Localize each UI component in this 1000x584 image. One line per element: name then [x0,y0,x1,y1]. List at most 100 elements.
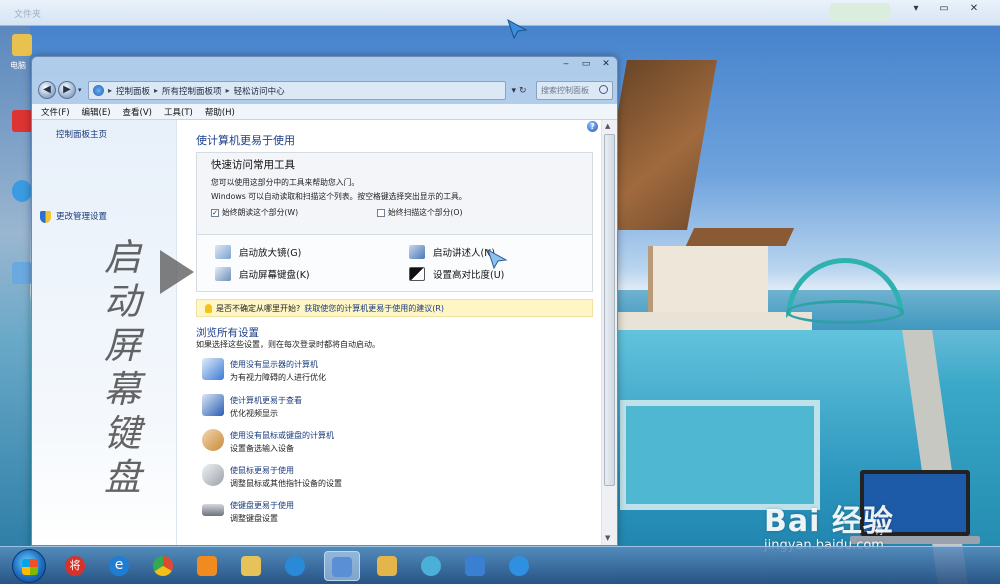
taskbar-control-panel[interactable] [324,551,360,581]
desktop-folder-icon[interactable] [12,34,32,56]
high-contrast-icon [409,267,425,281]
mouse-pointer-icon [507,18,528,40]
category-no-display[interactable]: 使用没有显示器的计算机 为有视力障碍的人进行优化 [202,358,326,383]
on-screen-keyboard-icon [215,267,231,281]
category-link[interactable]: 使用没有鼠标或键盘的计算机 [230,430,334,441]
user-input-icon [202,429,224,451]
taskbar-chrome[interactable] [148,551,178,581]
taskbar-ie[interactable]: e [104,551,134,581]
category-no-mouse-keyboard[interactable]: 使用没有鼠标或键盘的计算机 设置备选输入设备 [202,429,334,454]
category-link[interactable]: 使用没有显示器的计算机 [230,359,326,370]
outer-restore-button[interactable]: ▭ [936,2,952,16]
category-mouse[interactable]: 使鼠标更易于使用 调整鼠标或其他指针设备的设置 [202,464,342,489]
start-magnifier-link[interactable]: 启动放大镜(G) [215,245,301,259]
forward-button[interactable]: ▶ [58,81,76,99]
vertical-scrollbar[interactable]: ▲ ▼ [601,120,617,545]
taskbar-app-jiang[interactable]: 将 [60,551,90,581]
start-on-screen-keyboard-link[interactable]: 启动屏幕键盘(K) [215,267,310,281]
mouse-icon [202,464,224,486]
search-input[interactable]: 搜索控制面板 [536,81,613,100]
quick-access-description: 您可以使用这部分中的工具来帮助您入门。 [211,178,360,187]
lightbulb-icon [205,303,212,313]
tip-bar: 是否不确定从哪里开始? 获取使您的计算机更易于使用的建议(R) [196,299,593,317]
category-easier-to-see[interactable]: 使计算机更易于查看 优化视频显示 [202,394,302,419]
start-magnifier-label: 启动放大镜(G) [239,248,302,259]
breadcrumb-item-control-panel[interactable]: 控制面板 [116,85,150,97]
wallpaper-deck [612,312,812,332]
scrollbar-thumb[interactable] [604,134,615,486]
help-icon[interactable]: ? [587,121,598,132]
outer-close-button[interactable]: ✕ [966,2,982,16]
narrator-icon [409,245,425,259]
start-button[interactable] [12,549,46,583]
browse-settings-title: 浏览所有设置 [196,327,259,339]
wallpaper-arch-reflection [786,300,904,324]
monitor-icon [202,358,224,380]
app-blue-icon [285,556,305,576]
get-recommendations-link[interactable]: 获取使您的计算机更易于使用的建议(R) [304,303,444,314]
category-keyboard[interactable]: 使键盘更易于使用 调整键盘设置 [202,499,294,524]
category-link[interactable]: 使计算机更易于查看 [230,395,302,406]
close-button[interactable]: ✕ [599,58,613,70]
taskbar-app-blue[interactable] [280,551,310,581]
desktop-chrome-icon[interactable] [12,180,32,202]
breadcrumb-separator: ▸ [108,86,113,95]
window-controls: ‒ ▭ ✕ [559,58,613,72]
back-button[interactable]: ◀ [38,81,56,99]
taskbar-explorer[interactable] [372,551,402,581]
menu-help[interactable]: 帮助(H) [205,106,235,118]
control-panel-home-link[interactable]: 控制面板主页 [56,128,107,140]
app-net-icon [465,556,485,576]
start-narrator-link[interactable]: 启动讲述人(N) [409,245,495,259]
checkbox-checked[interactable]: ✓ [211,208,219,217]
quick-access-header: 快速访问常用工具 您可以使用这部分中的工具来帮助您入门。 Windows 可以自… [197,153,592,235]
navigation-bar: ◀ ▶ ▾ ▸ 控制面板 ▸ 所有控制面板项 ▸ 轻松访问中心 ▾ ↻ 搜索控制… [32,77,617,103]
menu-bar: 文件(F) 编辑(E) 查看(V) 工具(T) 帮助(H) [32,104,617,120]
menu-tools[interactable]: 工具(T) [164,106,193,118]
always-read-checkbox[interactable]: ✓ 始终朗读这个部分(W) [211,207,298,218]
taskbar-app-pin[interactable] [416,551,446,581]
mouse-pointer-icon [487,248,508,270]
scroll-down-arrow[interactable]: ▼ [605,534,610,542]
scroll-up-arrow[interactable]: ▲ [605,122,610,130]
address-bar[interactable]: ▸ 控制面板 ▸ 所有控制面板项 ▸ 轻松访问中心 [88,81,506,100]
menu-view[interactable]: 查看(V) [123,106,152,118]
wallpaper-villa-roof [685,228,795,246]
address-actions: ▾ ↻ [506,81,532,100]
breadcrumb-item-all-items[interactable]: 所有控制面板项 [162,85,222,97]
category-description: 调整鼠标或其他指针设备的设置 [230,479,342,488]
quick-access-panel: 快速访问常用工具 您可以使用这部分中的工具来帮助您入门。 Windows 可以自… [196,152,593,292]
outer-minimize-button[interactable]: ▾ [908,2,924,16]
globe-icon [509,556,529,576]
quick-access-title: 快速访问常用工具 [211,159,295,171]
desktop-control-icon[interactable] [12,262,32,284]
menu-file[interactable]: 文件(F) [41,106,70,118]
taskbar-media[interactable] [192,551,222,581]
browse-settings-subtitle: 如果选择这些设置，则在每次登录时都将自动启动。 [196,340,380,349]
taskbar-app-net[interactable] [460,551,490,581]
breadcrumb-item-ease-of-access[interactable]: 轻松访问中心 [234,85,285,97]
recent-pages-dropdown[interactable]: ▾ [78,86,82,94]
desktop-app-icon[interactable] [12,110,32,132]
category-link[interactable]: 使鼠标更易于使用 [230,465,342,476]
taskbar-app-globe[interactable] [504,551,534,581]
menu-edit[interactable]: 编辑(E) [82,106,111,118]
minimize-button[interactable]: ‒ [559,58,573,70]
breadcrumb-separator: ▸ [154,86,159,95]
app-jiang-icon: 将 [65,556,85,576]
refresh-icon[interactable]: ↻ [519,86,527,96]
maximize-button[interactable]: ▭ [579,58,593,70]
wallpaper-pool-inner [620,400,820,510]
change-admin-settings-link[interactable]: 更改管理设置 [56,210,107,222]
taskbar-folder[interactable] [236,551,266,581]
address-dropdown-icon[interactable]: ▾ [511,86,516,96]
search-icon[interactable] [599,85,608,94]
always-scan-checkbox[interactable]: 始终扫描这个部分(O) [377,207,463,218]
always-read-label: 始终朗读这个部分(W) [222,208,299,217]
display-icon [202,394,224,416]
breadcrumb-separator: ▸ [225,86,230,95]
start-on-screen-keyboard-label: 启动屏幕键盘(K) [239,270,310,281]
control-panel-taskbar-icon [332,557,352,577]
checkbox-unchecked[interactable] [377,208,385,217]
category-link[interactable]: 使键盘更易于使用 [230,500,294,511]
